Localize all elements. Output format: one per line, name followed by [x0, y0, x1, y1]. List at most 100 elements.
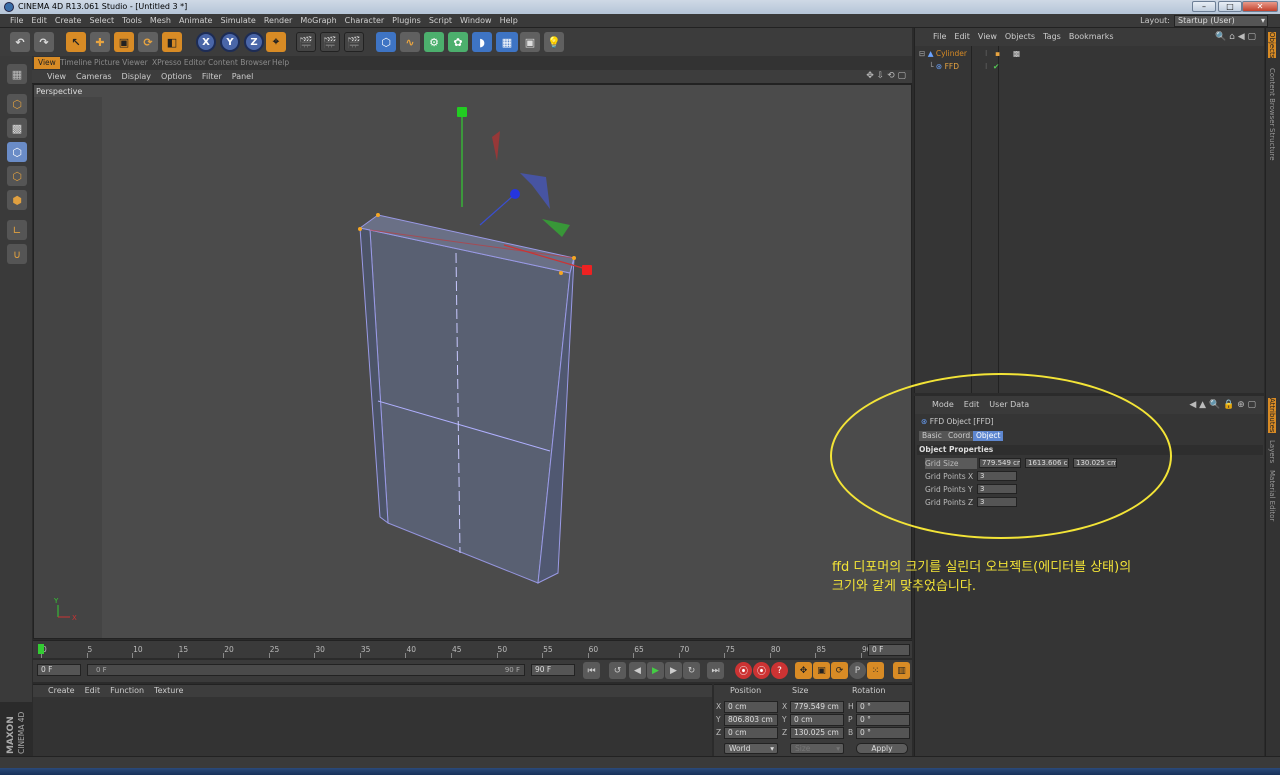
scene-floor-icon[interactable]: ▦: [496, 32, 518, 52]
tree-expand-icon[interactable]: ⊟: [919, 49, 925, 58]
key-parameter-icon[interactable]: P: [849, 662, 866, 679]
keyframe-selection-icon[interactable]: ?: [771, 662, 788, 679]
timeline-window-icon[interactable]: ▥: [893, 662, 910, 679]
attribute-menu-user-data[interactable]: User Data: [984, 396, 1034, 414]
tab-coord[interactable]: Coord.: [945, 431, 976, 441]
autokey-icon[interactable]: ⦿: [753, 662, 770, 679]
menu-item-plugins[interactable]: Plugins: [388, 14, 425, 28]
menu-item-simulate[interactable]: Simulate: [216, 14, 259, 28]
rotation-field[interactable]: 0 °: [856, 701, 910, 713]
side-tab-material-editor[interactable]: Material Editor: [1268, 470, 1276, 521]
current-frame-field[interactable]: 0 F: [868, 644, 910, 656]
rotation-field[interactable]: 0 °: [856, 714, 910, 726]
viewport-tab-content-browser[interactable]: Content Browser: [204, 57, 275, 69]
next-key-icon[interactable]: ↻: [683, 662, 700, 679]
attribute-menu-edit[interactable]: Edit: [959, 396, 985, 414]
side-tab-layers[interactable]: Layers: [1268, 440, 1276, 463]
object-menu-objects[interactable]: Objects: [1001, 28, 1039, 46]
viewport-menu-view[interactable]: View: [42, 70, 71, 84]
minimize-button[interactable]: –: [1192, 1, 1216, 12]
side-tab-objects[interactable]: Objects: [1268, 32, 1276, 59]
grid-size-z-field[interactable]: 130.025 cm: [1073, 458, 1117, 468]
viewport-nav-icons[interactable]: ✥ ⇩ ⟲ ▢: [866, 71, 906, 81]
size-mode-dropdown[interactable]: Size ▾: [790, 743, 844, 754]
menu-item-render[interactable]: Render: [260, 14, 296, 28]
previous-frame-icon[interactable]: ◀: [629, 662, 646, 679]
rotate-tool-icon[interactable]: ⟳: [138, 32, 158, 52]
layout-dropdown[interactable]: Startup (User) ▾: [1174, 15, 1268, 27]
viewport-menu-panel[interactable]: Panel: [227, 70, 259, 84]
coordinate-system-icon[interactable]: ⌖: [266, 32, 286, 52]
material-menu-texture[interactable]: Texture: [149, 685, 188, 697]
maximize-button[interactable]: □: [1218, 1, 1242, 12]
apply-button[interactable]: Apply: [856, 743, 908, 754]
go-to-start-icon[interactable]: ⏮: [583, 662, 600, 679]
array-icon[interactable]: ✿: [448, 32, 468, 52]
coordinate-mode-dropdown[interactable]: World ▾: [724, 743, 778, 754]
size-field[interactable]: 130.025 cm: [790, 727, 844, 739]
redo-icon[interactable]: ↷: [34, 32, 54, 52]
points-mode-icon[interactable]: ⬡: [7, 142, 27, 162]
menu-item-mesh[interactable]: Mesh: [146, 14, 175, 28]
nurbs-icon[interactable]: ⚙: [424, 32, 444, 52]
rotation-field[interactable]: 0 °: [856, 727, 910, 739]
object-menu-bookmarks[interactable]: Bookmarks: [1065, 28, 1118, 46]
side-tab-attributes[interactable]: Attributes: [1268, 398, 1276, 433]
object-menu-view[interactable]: View: [974, 28, 1001, 46]
next-frame-icon[interactable]: ▶: [665, 662, 682, 679]
menu-item-window[interactable]: Window: [456, 14, 496, 28]
size-field[interactable]: 779.549 cm: [790, 701, 844, 713]
position-field[interactable]: 806.803 cm: [724, 714, 778, 726]
snap-magnet-icon[interactable]: ∪: [7, 244, 27, 264]
key-scale-icon[interactable]: ▣: [813, 662, 830, 679]
viewport-menu-cameras[interactable]: Cameras: [71, 70, 117, 84]
object-menu-file[interactable]: File: [929, 28, 950, 46]
cube-primitive-icon[interactable]: ⬡: [376, 32, 396, 52]
grid-points-field[interactable]: 3: [977, 471, 1017, 481]
live-selection-icon[interactable]: ↖: [66, 32, 86, 52]
grid-size-y-field[interactable]: 1613.606 cm: [1025, 458, 1069, 468]
viewport-menu-filter[interactable]: Filter: [197, 70, 227, 84]
material-menu-function[interactable]: Function: [105, 685, 149, 697]
menu-item-edit[interactable]: Edit: [27, 14, 51, 28]
go-to-end-icon[interactable]: ⏭: [707, 662, 724, 679]
tab-object[interactable]: Object: [973, 431, 1004, 441]
workplane-icon[interactable]: ∟: [7, 220, 27, 240]
object-row-ffd[interactable]: └ ⊛ FFD ⁝ ✔: [929, 61, 999, 73]
tab-basic[interactable]: Basic: [919, 431, 945, 441]
deformer-icon[interactable]: ◗: [472, 32, 492, 52]
viewport-tab-help[interactable]: Help: [268, 57, 293, 69]
make-editable-icon[interactable]: ▦: [7, 64, 27, 84]
timeline-ruler[interactable]: 0 5 10 15 20 25 30 35 40 45 50 55 60 65 70 75 80 85 90 0 F: [33, 640, 912, 658]
menu-item-tools[interactable]: Tools: [118, 14, 146, 28]
menu-item-file[interactable]: File: [6, 14, 27, 28]
record-keys-icon[interactable]: ⦿: [735, 662, 752, 679]
material-menu-edit[interactable]: Edit: [80, 685, 106, 697]
menu-item-help[interactable]: Help: [496, 14, 522, 28]
previous-key-icon[interactable]: ↺: [609, 662, 626, 679]
menu-item-script[interactable]: Script: [425, 14, 456, 28]
key-position-icon[interactable]: ✥: [795, 662, 812, 679]
render-view-icon[interactable]: 🎬: [296, 32, 316, 52]
edges-mode-icon[interactable]: ⬡: [7, 166, 27, 186]
visibility-dots-icon[interactable]: ⁝: [985, 61, 987, 73]
object-menu-tags[interactable]: Tags: [1039, 28, 1065, 46]
attribute-nav-icons[interactable]: ◀ ▲ 🔍 🔒 ⊕ ▢: [1189, 396, 1256, 414]
grid-size-x-field[interactable]: 779.549 cm: [979, 458, 1021, 468]
model-mode-icon[interactable]: ⬡: [7, 94, 27, 114]
polygons-mode-icon[interactable]: ⬢: [7, 190, 27, 210]
material-menu-create[interactable]: Create: [43, 685, 80, 697]
x-axis-lock-icon[interactable]: X: [196, 32, 216, 52]
enabled-check-icon[interactable]: ✔: [993, 61, 999, 73]
menu-item-character[interactable]: Character: [341, 14, 389, 28]
z-axis-lock-icon[interactable]: Z: [244, 32, 264, 52]
menu-item-select[interactable]: Select: [85, 14, 118, 28]
menu-item-mograph[interactable]: MoGraph: [296, 14, 340, 28]
render-picture-viewer-icon[interactable]: 🎬: [320, 32, 340, 52]
move-tool-icon[interactable]: ✚: [90, 32, 110, 52]
viewport-tab-picture-viewer[interactable]: Picture Viewer: [90, 57, 152, 69]
undo-icon[interactable]: ↶: [10, 32, 30, 52]
menu-item-animate[interactable]: Animate: [175, 14, 217, 28]
viewport-menu-options[interactable]: Options: [156, 70, 197, 84]
camera-icon[interactable]: ▣: [520, 32, 540, 52]
